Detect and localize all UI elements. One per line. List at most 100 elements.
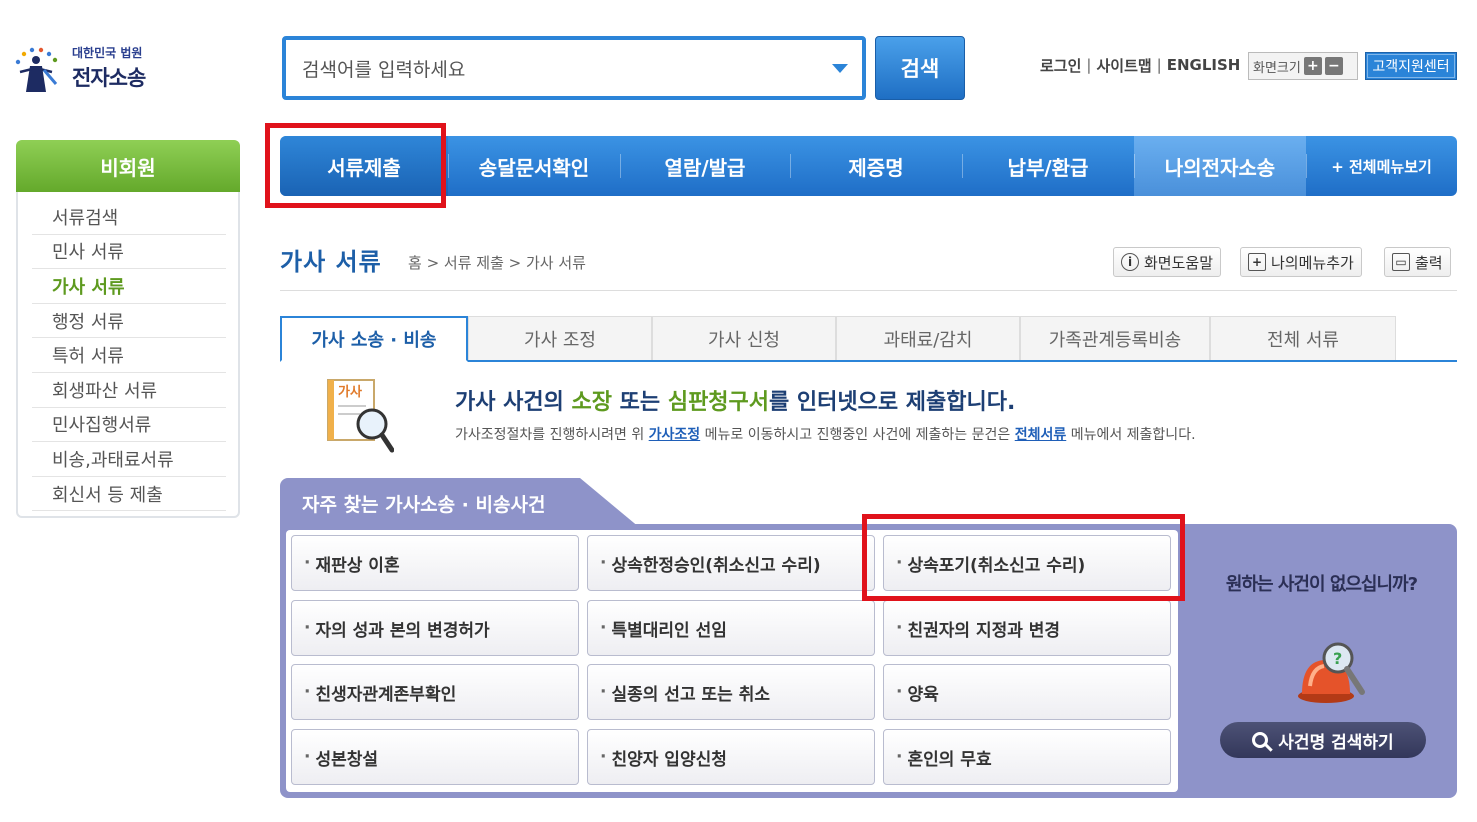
case-search-label: 사건명 검색하기 — [1278, 732, 1394, 753]
info-icon: i — [1121, 253, 1139, 271]
divider: | — [1086, 56, 1092, 74]
tab-all-documents[interactable]: 전체 서류 — [1210, 316, 1396, 360]
icon-text: 가사 — [338, 384, 362, 400]
case-item[interactable]: · 친생자관계존부확인 — [291, 664, 579, 720]
tab-fine-detention[interactable]: 과태료/감치 — [836, 316, 1020, 360]
case-name-search-button[interactable]: 사건명 검색하기 — [1220, 722, 1426, 758]
sidebar-menu: 서류검색 민사 서류 가사 서류 행정 서류 특허 서류 회생파산 서류 민사집… — [32, 200, 226, 512]
intro-desc-part: 메뉴로 이동하시고 진행중인 사건에 제출하는 문건은 — [700, 427, 1015, 443]
print-button[interactable]: ▭ 출력 — [1384, 247, 1451, 277]
alarm-search-icon: ? — [1298, 642, 1365, 703]
intro-title-part: 를 인터넷으로 제출합니다. — [769, 390, 1016, 415]
screen-help-button[interactable]: i 화면도움말 — [1113, 247, 1222, 277]
case-item[interactable]: · 성본창설 — [291, 729, 579, 785]
utility-links: 로그인 | 사이트맵 | ENGLISH — [1040, 52, 1240, 78]
sidebar-item-document-search[interactable]: 서류검색 — [32, 200, 226, 235]
case-label: 친권자의 지정과 변경 — [907, 620, 1061, 641]
case-item[interactable]: · 친양자 입양신청 — [587, 729, 875, 785]
sidebar-item-non-contentious[interactable]: 비송,과태료서류 — [32, 442, 226, 477]
search-input[interactable] — [302, 56, 822, 84]
search-button[interactable]: 검색 — [875, 36, 965, 100]
add-folder-icon: + — [1248, 253, 1266, 271]
sidebar-item-reply-submission[interactable]: 회신서 등 제출 — [32, 477, 226, 512]
screen-help-label: 화면도움말 — [1144, 253, 1214, 272]
case-label: 친양자 입양신청 — [611, 749, 727, 770]
nav-all-menu[interactable]: + 전체메뉴보기 — [1306, 136, 1457, 196]
family-mediation-link[interactable]: 가사조정 — [649, 427, 701, 443]
case-item[interactable]: · 재판상 이혼 — [291, 535, 579, 591]
case-item[interactable]: · 상속한정승인(취소신고 수리) — [587, 535, 875, 591]
case-label: 재판상 이혼 — [315, 555, 400, 576]
case-label: 양육 — [907, 684, 939, 705]
case-label: 성본창설 — [315, 749, 379, 770]
case-label: 실종의 선고 또는 취소 — [611, 684, 770, 705]
search-box — [282, 36, 866, 100]
zoom-out-button[interactable]: − — [1324, 57, 1343, 75]
page-title: 가사 서류 — [280, 248, 382, 276]
breadcrumb: 홈 > 서류 제출 > 가사 서류 — [408, 254, 586, 272]
intro-title-part: 또는 — [612, 390, 668, 415]
family-document-icon: 가사 — [326, 378, 395, 454]
nav-payment-refund[interactable]: 납부/환급 — [962, 136, 1134, 196]
add-my-menu-button[interactable]: + 나의메뉴추가 — [1240, 247, 1362, 277]
english-link[interactable]: ENGLISH — [1167, 56, 1241, 74]
sidebar-item-family[interactable]: 가사 서류 — [32, 269, 226, 304]
intro-desc-part: 메뉴에서 제출합니다. — [1066, 427, 1196, 443]
tab-bar: 가사 소송 · 비송 가사 조정 가사 신청 과태료/감치 가족관계등록비송 전… — [280, 316, 1457, 362]
logo-title: 전자소송 — [72, 66, 146, 90]
case-label: 특별대리인 선임 — [611, 620, 727, 641]
case-item[interactable]: · 친권자의 지정과 변경 — [883, 600, 1171, 656]
tab-family-litigation[interactable]: 가사 소송 · 비송 — [280, 316, 468, 362]
case-label: 친생자관계존부확인 — [315, 684, 457, 705]
case-item[interactable]: · 실종의 선고 또는 취소 — [587, 664, 875, 720]
highlight-box — [862, 514, 1185, 601]
chevron-down-icon[interactable] — [832, 64, 848, 73]
case-item[interactable]: · 특별대리인 선임 — [587, 600, 875, 656]
nav-certificate[interactable]: 제증명 — [790, 136, 962, 196]
search-icon — [1252, 732, 1269, 748]
intro-title-keyword: 소장 — [571, 390, 613, 415]
nav-view-issue[interactable]: 열람/발급 — [620, 136, 790, 196]
sitemap-link[interactable]: 사이트맵 — [1096, 55, 1151, 76]
highlight-box — [265, 123, 446, 208]
tab-family-mediation[interactable]: 가사 조정 — [468, 316, 652, 360]
case-item[interactable]: · 자의 성과 본의 변경허가 — [291, 600, 579, 656]
zoom-control: 화면크기 + − — [1248, 52, 1358, 80]
divider: | — [1156, 56, 1162, 74]
case-label: 상속한정승인(취소신고 수리) — [611, 555, 821, 576]
case-item[interactable]: · 양육 — [883, 664, 1171, 720]
frequent-cases-title: 자주 찾는 가사소송 · 비송사건 — [280, 478, 640, 528]
login-link[interactable]: 로그인 — [1040, 55, 1081, 76]
court-logo[interactable]: 대한민국 법원 전자소송 — [8, 40, 168, 100]
nav-service-check[interactable]: 송달문서확인 — [448, 136, 620, 196]
sidebar: 비회원 서류검색 민사 서류 가사 서류 행정 서류 특허 서류 회생파산 서류… — [16, 140, 240, 518]
zoom-label: 화면크기 — [1253, 60, 1301, 76]
nav-my-e-litigation[interactable]: 나의전자소송 — [1134, 136, 1306, 196]
intro-title-keyword: 심판청구서 — [667, 390, 770, 415]
main-navigation: 서류제출 송달문서확인 열람/발급 제증명 납부/환급 나의전자소송 + 전체메… — [280, 136, 1457, 196]
add-my-menu-label: 나의메뉴추가 — [1271, 253, 1354, 272]
case-item[interactable]: · 혼인의 무효 — [883, 729, 1171, 785]
zoom-in-button[interactable]: + — [1303, 57, 1322, 75]
sidebar-item-civil[interactable]: 민사 서류 — [32, 235, 226, 270]
case-label: 혼인의 무효 — [907, 749, 992, 770]
logo-subtitle: 대한민국 법원 — [72, 46, 143, 60]
sidebar-item-administrative[interactable]: 행정 서류 — [32, 304, 226, 339]
sidebar-item-civil-execution[interactable]: 민사집행서류 — [32, 408, 226, 443]
sidebar-item-bankruptcy[interactable]: 회생파산 서류 — [32, 373, 226, 408]
sidebar-header: 비회원 — [16, 140, 240, 192]
case-label: 자의 성과 본의 변경허가 — [315, 620, 490, 641]
no-case-text: 원하는 사건이 없으십니까? — [1225, 574, 1418, 595]
divider — [280, 290, 1457, 291]
intro-description: 가사조정절차를 진행하시려면 위 가사조정 메뉴로 이동하시고 진행중인 사건에… — [455, 424, 1196, 444]
tab-family-registration[interactable]: 가족관계등록비송 — [1020, 316, 1210, 360]
print-label: 출력 — [1415, 253, 1443, 272]
all-documents-link[interactable]: 전체서류 — [1015, 427, 1067, 443]
tab-family-application[interactable]: 가사 신청 — [652, 316, 836, 360]
svg-text:?: ? — [1333, 649, 1342, 668]
support-center-button[interactable]: 고객지원센터 — [1365, 52, 1457, 80]
intro-desc-part: 가사조정절차를 진행하시려면 위 — [455, 427, 649, 443]
sidebar-item-patent[interactable]: 특허 서류 — [32, 338, 226, 373]
intro-title: 가사 사건의 소장 또는 심판청구서를 인터넷으로 제출합니다. — [455, 384, 1015, 416]
court-emblem-icon — [15, 47, 58, 92]
